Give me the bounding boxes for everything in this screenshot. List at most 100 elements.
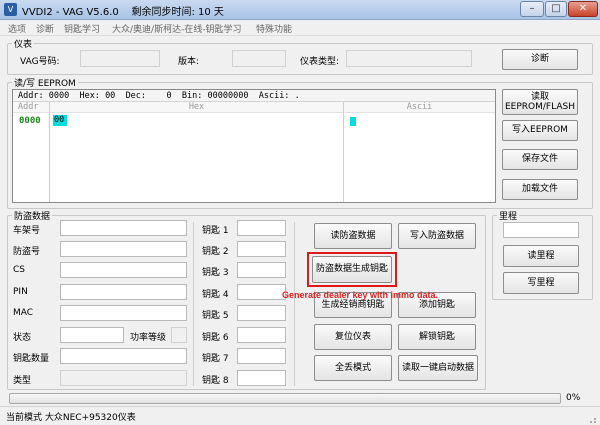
power-level-label: 功率等级 <box>130 333 167 343</box>
hex-value: 00 <box>105 91 116 101</box>
key1-label: 钥匙 1 <box>202 226 229 236</box>
key6-field[interactable] <box>237 327 286 343</box>
addr-value: 0000 <box>48 91 70 101</box>
immo-group-title: 防盗数据 <box>12 209 53 222</box>
instrument-group-title: 仪表 <box>12 37 35 50</box>
write-eeprom-button[interactable]: 写入EEPROM <box>502 120 578 141</box>
write-mileage-button[interactable]: 写里程 <box>503 272 579 294</box>
status-label: 状态 <box>13 333 32 343</box>
menu-special-functions[interactable]: 特殊功能 <box>256 22 292 35</box>
app-icon: V <box>4 3 17 16</box>
read-eeprom-button[interactable]: 读取 EEPROM/FLASH <box>502 89 578 115</box>
menu-key-learn[interactable]: 钥匙学习 <box>64 22 100 35</box>
immo-number-field[interactable] <box>60 241 187 257</box>
progress-percent: 0% <box>566 393 581 403</box>
sync-time: 剩余同步时间: 10 天 <box>131 7 224 18</box>
read-one-key-start-button[interactable]: 读取一键启动数据 <box>398 355 478 381</box>
type-label: 类型 <box>13 376 32 386</box>
addr-separator <box>49 102 50 202</box>
menu-online-key-learn[interactable]: 大众/奥迪/斯柯达-在线-钥匙学习 <box>112 22 242 35</box>
eeprom-group-title: 读/写 EEPROM <box>12 76 78 89</box>
close-button[interactable]: ✕ <box>568 1 598 17</box>
key-count-field[interactable] <box>60 348 187 364</box>
resize-grip-dot <box>590 421 592 423</box>
status-field[interactable] <box>60 327 124 343</box>
app-title: VVDI2 - VAG V5.6.0 <box>22 7 119 18</box>
key7-label: 钥匙 7 <box>202 354 229 364</box>
reset-instrument-button[interactable]: 复位仪表 <box>314 324 392 350</box>
key7-field[interactable] <box>237 348 286 364</box>
key1-field[interactable] <box>237 220 286 236</box>
hex-byte-cell[interactable]: 00 <box>53 115 67 126</box>
resize-grip-dot <box>594 418 596 420</box>
mileage-field[interactable] <box>503 222 579 238</box>
instrument-type-label: 仪表类型: <box>300 57 340 67</box>
hex-editor[interactable]: Addr: 0000 Hex: 00 Dec: 0 Bin: 00000000 … <box>12 89 496 203</box>
write-immo-button[interactable]: 写入防盗数据 <box>398 223 476 249</box>
key6-label: 钥匙 6 <box>202 333 229 343</box>
all-keys-lost-button[interactable]: 全丢模式 <box>314 355 392 381</box>
cs-label: CS <box>13 265 25 275</box>
menu-bar: 选项 诊断 钥匙学习 大众/奥迪/斯柯达-在线-钥匙学习 特殊功能 <box>0 20 600 36</box>
immo-separator-right <box>294 222 295 386</box>
hex-label: Hex: <box>79 91 100 101</box>
vag-number-label: VAG号码: <box>20 57 60 67</box>
ascii-cursor[interactable] <box>350 117 356 126</box>
vin-label: 车架号 <box>13 226 41 236</box>
vin-field[interactable] <box>60 220 187 236</box>
key-count-label: 钥匙数量 <box>13 354 50 364</box>
load-file-button[interactable]: 加载文件 <box>502 179 578 200</box>
power-level-field[interactable] <box>171 327 187 343</box>
annotation-text: Generate dealer key with immo data. <box>282 290 439 300</box>
immo-number-label: 防盗号 <box>13 247 41 257</box>
resize-grip-dot <box>594 421 596 423</box>
addr-label: Addr: <box>18 91 44 101</box>
cs-field[interactable] <box>60 262 187 278</box>
read-immo-button[interactable]: 读防盗数据 <box>314 223 392 249</box>
key5-field[interactable] <box>237 305 286 321</box>
key4-field[interactable] <box>237 284 286 300</box>
window-title: VVDI2 - VAG V5.6.0 剩余同步时间: 10 天 <box>22 3 224 18</box>
key8-label: 钥匙 8 <box>202 376 229 386</box>
type-field[interactable] <box>60 370 187 386</box>
bin-value: 00000000 <box>207 91 249 101</box>
mac-field[interactable] <box>60 305 187 321</box>
ascii-label: Ascii: <box>258 91 290 101</box>
diagnose-button[interactable]: 诊断 <box>502 49 578 70</box>
status-text: 当前模式 大众NEC+95320仪表 <box>6 413 136 423</box>
read-mileage-button[interactable]: 读里程 <box>503 245 579 267</box>
maximize-button[interactable]: □ <box>545 1 567 17</box>
vag-number-field[interactable] <box>80 50 160 67</box>
key5-label: 钥匙 5 <box>202 311 229 321</box>
key3-label: 钥匙 3 <box>202 268 229 278</box>
row-address: 0000 <box>19 116 41 126</box>
immo-separator-left <box>193 222 194 386</box>
minimize-button[interactable]: – <box>520 1 544 17</box>
bin-label: Bin: <box>181 91 203 101</box>
pin-field[interactable] <box>60 284 187 300</box>
hex-column-header: Hex <box>50 102 343 113</box>
hex-info-bar: Addr: 0000 Hex: 00 Dec: 0 Bin: 00000000 … <box>13 90 495 102</box>
key8-field[interactable] <box>237 370 286 386</box>
progress-bar <box>9 393 561 404</box>
key4-label: 钥匙 4 <box>202 290 229 300</box>
key2-field[interactable] <box>237 241 286 257</box>
unlock-key-button[interactable]: 解锁钥匙 <box>398 324 476 350</box>
addr-column-header: Addr <box>13 102 49 113</box>
pin-label: PIN <box>13 287 28 297</box>
menu-diagnose[interactable]: 诊断 <box>36 22 54 35</box>
title-bar: V VVDI2 - VAG V5.6.0 剩余同步时间: 10 天 – □ ✕ <box>0 0 600 20</box>
mac-label: MAC <box>13 308 34 318</box>
save-file-button[interactable]: 保存文件 <box>502 149 578 170</box>
ascii-separator <box>343 102 344 202</box>
key3-field[interactable] <box>237 262 286 278</box>
dec-value: 0 <box>166 91 172 101</box>
status-bar: 当前模式 大众NEC+95320仪表 <box>0 406 600 425</box>
version-label: 版本: <box>178 57 200 67</box>
menu-options[interactable]: 选项 <box>8 22 26 35</box>
ascii-column-header: Ascii <box>344 102 495 113</box>
ascii-value: . <box>294 91 300 101</box>
instrument-type-field[interactable] <box>346 50 472 67</box>
key2-label: 钥匙 2 <box>202 247 229 257</box>
version-field[interactable] <box>232 50 286 67</box>
